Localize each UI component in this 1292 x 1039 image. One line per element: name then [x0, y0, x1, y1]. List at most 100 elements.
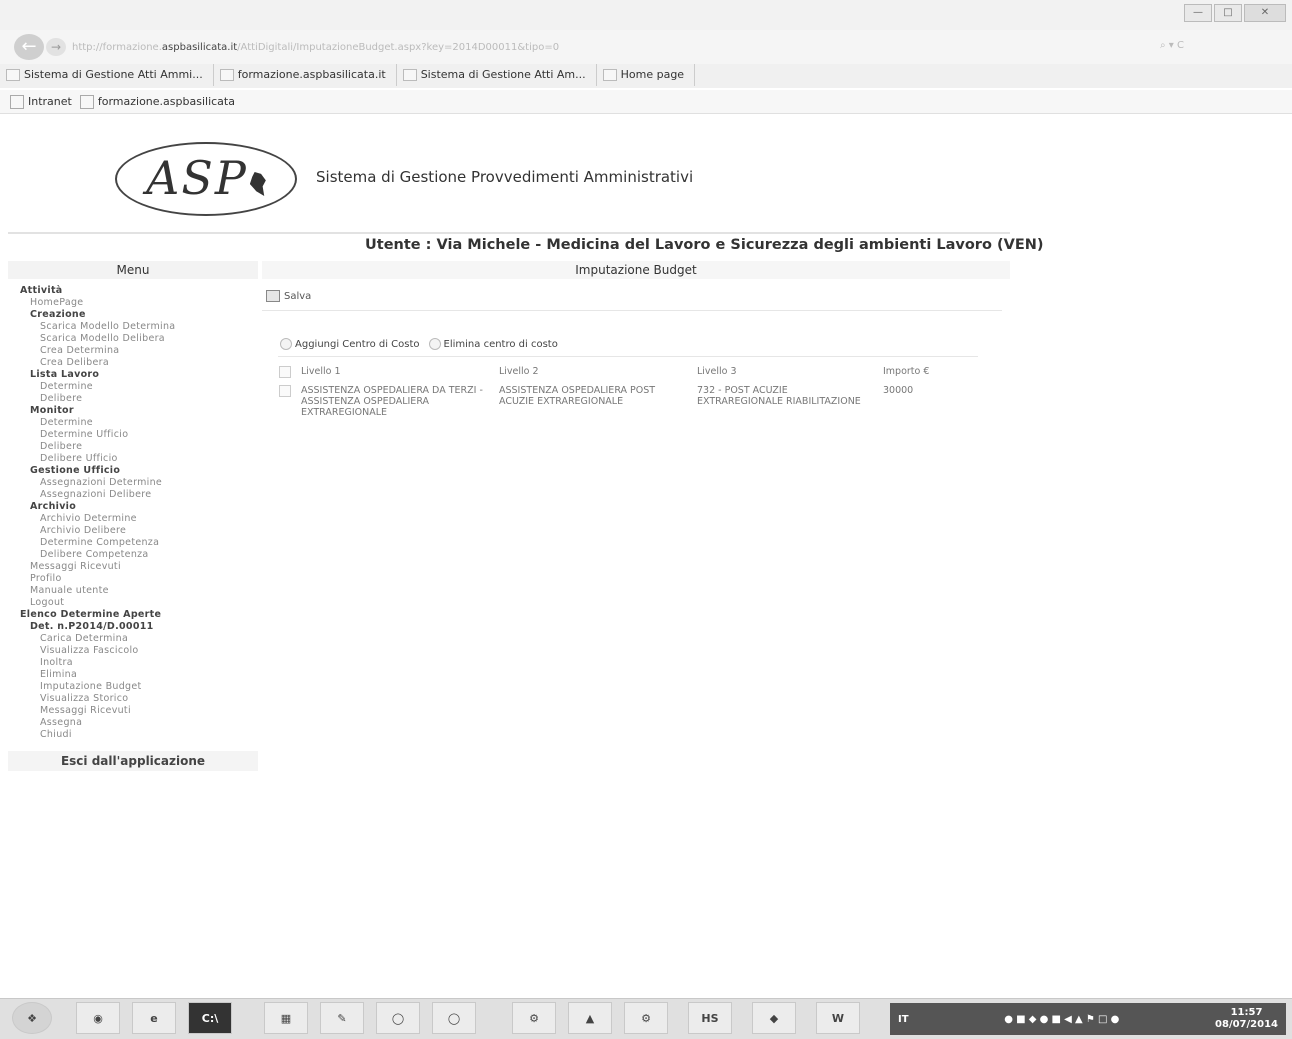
menu-item[interactable]: Delibere: [16, 441, 256, 453]
menu-item[interactable]: Assegna: [16, 717, 256, 729]
favorite-intranet[interactable]: Intranet: [10, 94, 72, 109]
menu-item[interactable]: HomePage: [16, 297, 256, 309]
start-button[interactable]: ❖: [12, 1002, 52, 1034]
window-controls: — □ ✕: [1184, 4, 1286, 22]
minimize-icon[interactable]: —: [1184, 4, 1212, 22]
menu-item[interactable]: Determine: [16, 417, 256, 429]
menu-item[interactable]: Scarica Modello Determina: [16, 321, 256, 333]
menu-item[interactable]: Scarica Modello Delibera: [16, 333, 256, 345]
tools-icon[interactable]: ⚙: [512, 1002, 556, 1034]
menu-section-header[interactable]: Gestione Ufficio: [16, 465, 256, 477]
content-divider: [262, 310, 1002, 311]
menu-item[interactable]: Manuale utente: [16, 585, 256, 597]
app-icon[interactable]: ◆: [752, 1002, 796, 1034]
settings-icon[interactable]: ⚙: [624, 1002, 668, 1034]
menu-item[interactable]: Archivio Determine: [16, 513, 256, 525]
delete-cost-center-button[interactable]: Elimina centro di costo: [444, 339, 558, 350]
menu-item[interactable]: Logout: [16, 597, 256, 609]
sidebar-menu: Attività HomePage Creazione Scarica Modello…: [16, 285, 256, 741]
word-icon[interactable]: W: [816, 1002, 860, 1034]
menu-item[interactable]: Crea Determina: [16, 345, 256, 357]
clock[interactable]: 11:57 08/07/2014: [1215, 1007, 1278, 1031]
menu-section-header[interactable]: Det. n.P2014/D.00011: [16, 621, 256, 633]
menu-section-header[interactable]: Elenco Determine Aperte: [16, 609, 256, 621]
menu-item[interactable]: Assegnazioni Delibere: [16, 489, 256, 501]
row-checkbox[interactable]: [279, 385, 291, 397]
address-search-refresh[interactable]: ⌕ ▾ C: [1160, 40, 1184, 51]
menu-item[interactable]: Assegnazioni Determine: [16, 477, 256, 489]
select-all-checkbox[interactable]: [279, 366, 291, 378]
menu-item[interactable]: Visualizza Fascicolo: [16, 645, 256, 657]
favorite-formazione[interactable]: formazione.aspbasilicata: [79, 94, 235, 109]
table-row[interactable]: ASSISTENZA OSPEDALIERA DA TERZI - ASSIST…: [275, 383, 947, 420]
menu-item[interactable]: Messaggi Ricevuti: [16, 705, 256, 717]
menu-title: Menu: [8, 261, 258, 279]
menu-item[interactable]: Delibere: [16, 393, 256, 405]
select-all-cell: [275, 364, 297, 383]
page-icon: [219, 69, 234, 81]
save-button[interactable]: Salva: [284, 291, 311, 302]
favorite-label: Intranet: [28, 95, 72, 108]
browser-icon[interactable]: e: [132, 1002, 176, 1034]
forward-button[interactable]: →: [46, 38, 66, 56]
page-icon: [6, 69, 20, 81]
menu-item[interactable]: Delibere Ufficio: [16, 453, 256, 465]
app-icon[interactable]: ◯: [376, 1002, 420, 1034]
grid-header-row: Livello 1 Livello 2 Livello 3 Importo €: [275, 364, 947, 383]
user-info: Utente : Via Michele - Medicina del Lavo…: [365, 237, 1044, 253]
column-header-livello1: Livello 1: [301, 366, 341, 377]
tab-home-page[interactable]: Home page: [597, 64, 696, 86]
menu-item[interactable]: Determine: [16, 381, 256, 393]
tab-sistema-gestione-1[interactable]: Sistema di Gestione Atti Ammi...: [0, 64, 214, 86]
address-suffix: /AttiDigitali/ImputazioneBudget.aspx?key…: [237, 42, 560, 53]
menu-section-header[interactable]: Attività: [16, 285, 256, 297]
menu-item[interactable]: Determine Competenza: [16, 537, 256, 549]
column-header-livello2: Livello 2: [499, 366, 539, 377]
save-icon: [266, 290, 280, 302]
menu-item[interactable]: Delibere Competenza: [16, 549, 256, 561]
menu-item[interactable]: Determine Ufficio: [16, 429, 256, 441]
exit-app-link[interactable]: Esci dall'applicazione: [8, 751, 258, 771]
window-titlebar: — □ ✕: [0, 0, 1292, 30]
menu-item[interactable]: Archivio Delibere: [16, 525, 256, 537]
menu-section-header[interactable]: Archivio: [16, 501, 256, 513]
grid-toolbar: Aggiungi Centro di Costo Elimina centro …: [280, 338, 558, 350]
menu-item[interactable]: Messaggi Ricevuti: [16, 561, 256, 573]
navigation-bar: ← → http://formazione.aspbasilicata.it/A…: [0, 30, 1292, 64]
media-player-icon[interactable]: ◉: [76, 1002, 120, 1034]
image-icon[interactable]: ▲: [568, 1002, 612, 1034]
menu-item[interactable]: Imputazione Budget: [16, 681, 256, 693]
tab-formazione[interactable]: formazione.aspbasilicata.it: [214, 64, 397, 86]
budget-grid: Livello 1 Livello 2 Livello 3 Importo € …: [275, 364, 947, 420]
menu-item[interactable]: Profilo: [16, 573, 256, 585]
menu-item[interactable]: Crea Delibera: [16, 357, 256, 369]
menu-section-header[interactable]: Creazione: [16, 309, 256, 321]
menu-item[interactable]: Chiudi: [16, 729, 256, 741]
hs-app-icon[interactable]: HS: [688, 1002, 732, 1034]
tray-icons[interactable]: ● ■ ◆ ● ■ ◀ ▲ ⚑ □ ●: [1004, 1014, 1119, 1025]
menu-item[interactable]: Carica Determina: [16, 633, 256, 645]
page-icon: [402, 69, 417, 81]
menu-item[interactable]: Elimina: [16, 669, 256, 681]
header-divider: [8, 232, 1010, 234]
folder-icon[interactable]: ▦: [264, 1002, 308, 1034]
menu-item[interactable]: Visualizza Storico: [16, 693, 256, 705]
system-tray: IT ● ■ ◆ ● ■ ◀ ▲ ⚑ □ ● 11:57 08/07/2014: [890, 1003, 1286, 1035]
tab-sistema-gestione-2[interactable]: Sistema di Gestione Atti Am...: [397, 64, 597, 86]
app-icon[interactable]: ◯: [432, 1002, 476, 1034]
back-button[interactable]: ←: [14, 34, 44, 60]
menu-section-header[interactable]: Lista Lavoro: [16, 369, 256, 381]
page-title: Imputazione Budget: [262, 261, 1010, 279]
menu-section-header[interactable]: Monitor: [16, 405, 256, 417]
command-prompt-icon[interactable]: C:\: [188, 1002, 232, 1034]
paint-icon[interactable]: ✎: [320, 1002, 364, 1034]
menu-item[interactable]: Inoltra: [16, 657, 256, 669]
maximize-icon[interactable]: □: [1214, 4, 1242, 22]
address-bar[interactable]: http://formazione.aspbasilicata.it/AttiD…: [72, 39, 1152, 57]
delete-icon: [428, 338, 441, 350]
language-indicator[interactable]: IT: [898, 1014, 909, 1025]
favorite-label: formazione.aspbasilicata: [97, 95, 235, 108]
row-select-cell: [275, 383, 297, 420]
close-icon[interactable]: ✕: [1244, 4, 1286, 22]
add-cost-center-button[interactable]: Aggiungi Centro di Costo: [295, 339, 420, 350]
